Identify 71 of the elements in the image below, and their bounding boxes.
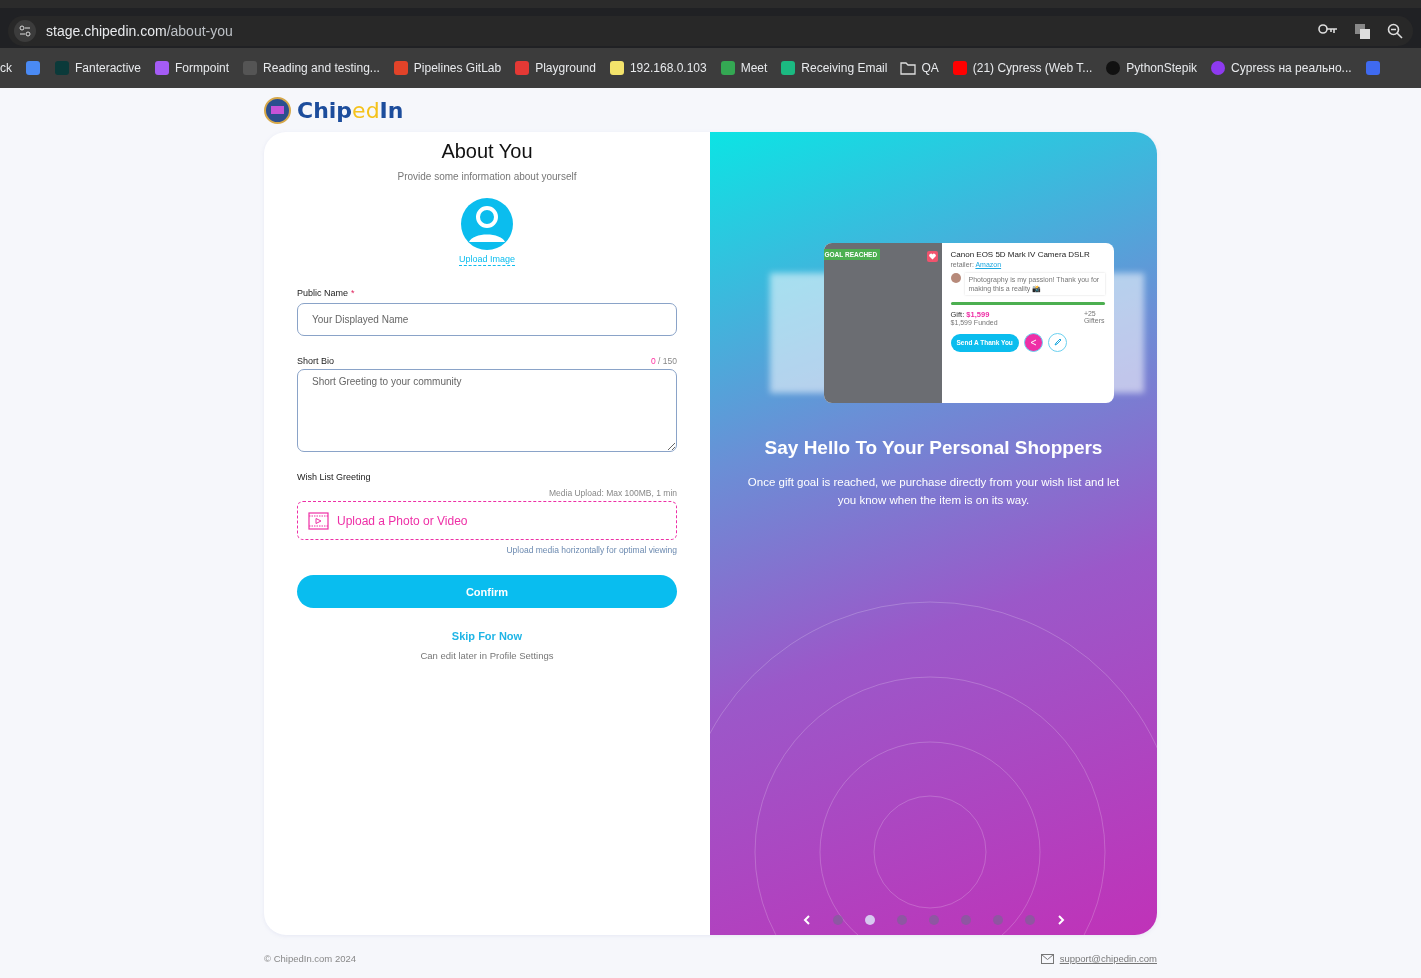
public-name-field[interactable]: Your Displayed Name: [297, 303, 677, 336]
bookmark-icon: [242, 60, 259, 76]
bookmark-icon: [780, 60, 797, 76]
skip-note: Can edit later in Profile Settings: [420, 650, 554, 661]
bookmark-icon: [1210, 60, 1227, 76]
upload-limit-note: Media Upload: Max 100MB, 1 min: [548, 488, 677, 498]
translate-icon[interactable]: [1354, 22, 1371, 40]
bookmark[interactable]: Playground: [514, 60, 596, 76]
bookmark[interactable]: (21) Cypress (Web T...: [951, 60, 1093, 76]
bookmark-icon: [154, 60, 171, 76]
bookmark-icon: [392, 60, 409, 76]
site-settings-icon[interactable]: [14, 20, 36, 42]
bookmark-icon: [514, 60, 531, 76]
bookmark[interactable]: Formpoint: [154, 60, 230, 76]
field-label: Wish List Greeting: [297, 472, 371, 482]
promo-heading: Say Hello To Your Personal Shoppers: [764, 437, 1103, 459]
bookmark-icon: [951, 60, 968, 76]
edit-icon: [1052, 338, 1062, 347]
bookmark[interactable]: 192.168.0.103: [608, 60, 707, 76]
bookmark-icon: [54, 60, 70, 76]
avatar-circle: [950, 273, 961, 283]
bookmark[interactable]: QA: [900, 61, 939, 75]
logo-wordmark: ChipedIn: [297, 97, 404, 123]
field-label: Public Name *: [297, 288, 355, 298]
copyright-text: © ChipedIn.com 2024: [264, 953, 357, 964]
bookmark[interactable]: Cypress на реально...: [1210, 60, 1352, 76]
bookmark[interactable]: [25, 60, 41, 76]
bookmark[interactable]: Reading and testing...: [242, 60, 380, 76]
carousel-dot[interactable]: [1024, 915, 1035, 925]
address-bar-url[interactable]: stage.chipedin.com/about-you: [46, 23, 233, 39]
bookmark[interactable]: Receiving Email: [780, 60, 888, 76]
carousel-dot[interactable]: [960, 915, 971, 925]
media-upload-dropzone[interactable]: Upload a Photo or Video: [297, 501, 677, 540]
bookmark-icon: [608, 60, 625, 76]
short-bio-field[interactable]: Short Greeting to your community: [297, 369, 677, 452]
bookmark[interactable]: PythonStepik: [1105, 60, 1198, 76]
mail-icon: [1040, 953, 1054, 964]
product-title: Canon EOS 5D Mark IV Camera DSLR: [950, 249, 1091, 260]
edit-button[interactable]: [1047, 333, 1067, 352]
folder-icon: [900, 61, 917, 75]
video-icon: [308, 511, 329, 530]
carousel-dot[interactable]: [832, 915, 843, 925]
zoom-icon[interactable]: [1387, 22, 1403, 39]
carousel-dot[interactable]: [992, 915, 1003, 925]
share-icon: [1028, 338, 1038, 347]
share-button[interactable]: [1023, 333, 1043, 352]
logo-icon: [264, 96, 291, 124]
next-arrow-icon[interactable]: [1056, 915, 1065, 925]
heart-icon: [926, 251, 938, 262]
bookmark-icon: [25, 60, 41, 76]
bookmark[interactable]: ck: [0, 61, 12, 75]
bookmark-icon: [719, 60, 736, 76]
bookmark[interactable]: Fanteractive: [54, 60, 142, 76]
bookmark[interactable]: Pipelines GitLab: [392, 60, 502, 76]
bookmark-icon: [1364, 60, 1381, 76]
carousel-dot[interactable]: [928, 915, 939, 925]
character-counter: 0 / 150: [651, 356, 677, 366]
carousel-dot[interactable]: [864, 915, 875, 925]
promo-text: Once gift goal is reached, we purchase directly from your wish list and let you know when the item is on its way.: [746, 475, 1121, 508]
carousel-dot[interactable]: [896, 915, 907, 925]
bookmark[interactable]: [1364, 60, 1381, 76]
support-email-link[interactable]: support@chipedin.com: [1040, 953, 1157, 964]
avatar-placeholder[interactable]: [461, 198, 513, 250]
previous-arrow-icon[interactable]: [802, 915, 811, 925]
bookmark-icon: [1105, 60, 1122, 76]
key-icon[interactable]: [1318, 22, 1338, 35]
page-title: About You: [440, 140, 534, 163]
field-label: Short Bio: [297, 356, 335, 366]
bookmark[interactable]: Meet: [719, 60, 768, 76]
upload-hint: Upload media horizontally for optimal viewing: [506, 545, 677, 555]
page-subtitle: Provide some information about yourself: [396, 171, 578, 182]
